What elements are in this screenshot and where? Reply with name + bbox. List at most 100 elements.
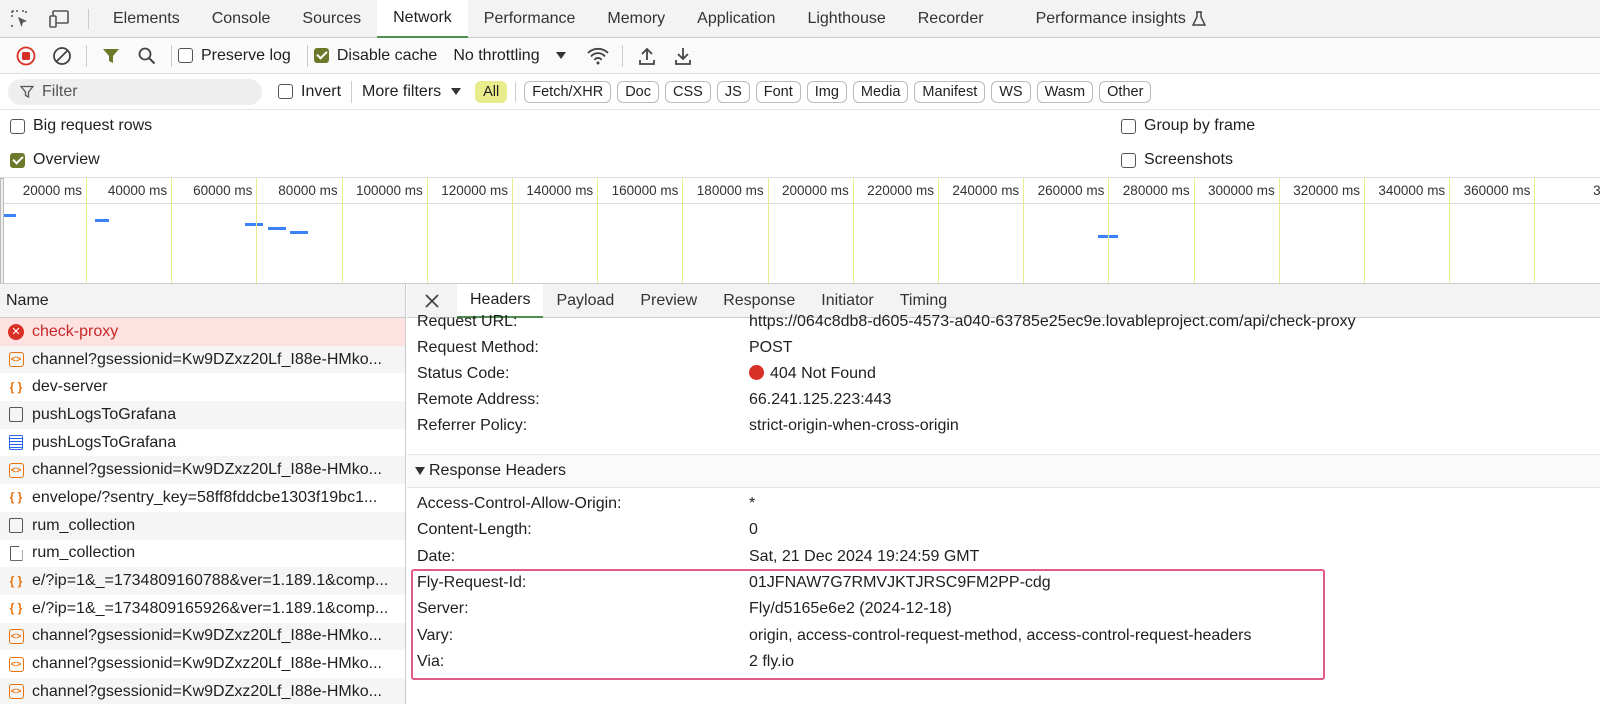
request-row[interactable]: <> channel?gsessionid=Kw9DZxz20Lf_I88e-HM…	[0, 622, 405, 651]
request-name: channel?gsessionid=Kw9DZxz20Lf_I88e-HMko…	[32, 461, 382, 479]
group-by-frame-checkbox[interactable]: Group by frame	[1121, 117, 1255, 135]
request-row[interactable]: rum_collection	[0, 511, 405, 540]
header-value: 66.241.125.223:443	[749, 391, 892, 408]
type-filter-media[interactable]: Media	[852, 80, 909, 103]
divider	[621, 44, 623, 67]
preserve-log-checkbox[interactable]: Preserve log	[178, 47, 291, 65]
type-filter-all[interactable]: All	[475, 80, 508, 103]
invert-checkbox[interactable]: Invert	[278, 83, 341, 101]
filter-placeholder: Filter	[42, 82, 78, 100]
request-row[interactable]: <> channel?gsessionid=Kw9DZxz20Lf_I88e-HM…	[0, 677, 405, 704]
request-bar	[4, 214, 16, 217]
timeline-gridline	[1364, 178, 1365, 283]
disable-cache-checkbox[interactable]: Disable cache	[313, 46, 438, 65]
clear-button[interactable]	[44, 38, 80, 74]
overview-checkbox[interactable]: Overview	[10, 151, 100, 169]
tab-sources[interactable]: Sources	[286, 0, 377, 38]
type-filter-fetch-xhr[interactable]: Fetch/XHR	[524, 80, 612, 103]
close-icon	[425, 293, 439, 308]
request-row[interactable]: <> channel?gsessionid=Kw9DZxz20Lf_I88e-HM…	[0, 650, 405, 678]
tab-network[interactable]: Network	[377, 0, 468, 38]
filter-toggle-button[interactable]	[93, 38, 129, 74]
tab-application[interactable]: Application	[681, 0, 791, 38]
script-icon-glyph: { }	[9, 490, 23, 505]
request-row[interactable]: rum_collection	[0, 540, 405, 568]
more-filters-dropdown[interactable]: More filters	[351, 80, 462, 103]
type-filter-css[interactable]: CSS	[664, 80, 711, 103]
request-row[interactable]: { } dev-server	[0, 373, 405, 401]
timeline-tick-label: 180000 ms	[696, 183, 764, 198]
script-icon-glyph: { }	[9, 573, 23, 588]
checkbox-box-checked[interactable]	[10, 152, 25, 168]
type-filter-font[interactable]: Font	[755, 80, 801, 103]
timeline-tick-label: 340000 ms	[1378, 183, 1446, 198]
header-key: Date:	[417, 548, 456, 565]
tab-payload[interactable]: Payload	[543, 284, 627, 318]
throttling-value: No throttling	[453, 46, 540, 64]
type-filter-wasm[interactable]: Wasm	[1036, 80, 1094, 103]
more-filters-label: More filters	[362, 82, 442, 100]
document-icon	[8, 407, 24, 423]
filter-input[interactable]: Filter	[8, 78, 262, 105]
checkbox-box[interactable]	[178, 48, 193, 63]
document-icon	[8, 518, 24, 534]
request-row[interactable]: { } e/?ip=1&_=1734809165926&ver=1.189.1&c…	[0, 595, 405, 623]
screenshots-checkbox[interactable]: Screenshots	[1121, 151, 1233, 169]
type-filter-ws[interactable]: WS	[991, 80, 1031, 103]
tab-performance[interactable]: Performance	[468, 0, 592, 38]
tab-performance-insights[interactable]: Performance insights	[1020, 0, 1222, 38]
type-filter-manifest[interactable]: Manifest	[914, 80, 986, 103]
request-name: channel?gsessionid=Kw9DZxz20Lf_I88e-HMko…	[32, 655, 382, 673]
type-filter-other[interactable]: Other	[1099, 80, 1152, 103]
tab-lighthouse[interactable]: Lighthouse	[791, 0, 901, 38]
big-request-rows-label: Big request rows	[33, 117, 153, 134]
tab-recorder[interactable]: Recorder	[902, 0, 1000, 38]
screenshots-label: Screenshots	[1144, 151, 1233, 168]
page-icon-glyph	[9, 545, 23, 561]
timeline-tick-label: 120000 ms	[441, 183, 508, 198]
type-filter-doc[interactable]: Doc	[617, 80, 659, 103]
search-icon	[138, 47, 156, 64]
checkbox-box[interactable]	[1121, 118, 1136, 134]
type-filter-img[interactable]: Img	[806, 80, 847, 103]
resource-type-filters: All Fetch/XHR Doc CSS JS Font Img Media …	[475, 80, 1152, 103]
import-har-button[interactable]	[629, 38, 665, 74]
name-column-header[interactable]: Name	[0, 284, 405, 318]
tab-preview[interactable]: Preview	[627, 284, 710, 318]
device-toolbar-icon[interactable]	[40, 0, 80, 38]
type-filter-js[interactable]: JS	[716, 80, 750, 103]
annotation-highlight-box	[411, 569, 1325, 680]
response-headers-section-toggle[interactable]: Response Headers	[407, 454, 1600, 488]
tab-elements[interactable]: Elements	[97, 0, 196, 38]
request-row[interactable]: pushLogsToGrafana	[0, 401, 405, 429]
throttling-select[interactable]: No throttling	[453, 46, 566, 65]
network-conditions-button[interactable]	[580, 38, 616, 74]
export-har-button[interactable]	[665, 38, 701, 74]
request-row[interactable]: <> channel?gsessionid=Kw9DZxz20Lf_I88e-HM…	[0, 345, 405, 374]
big-request-rows-checkbox[interactable]: Big request rows	[10, 117, 152, 135]
checkbox-box[interactable]	[278, 84, 293, 99]
stop-recording-button[interactable]	[8, 38, 44, 74]
request-name: pushLogsToGrafana	[32, 405, 177, 423]
disable-cache-label: Disable cache	[336, 46, 438, 64]
inspect-element-icon[interactable]	[0, 0, 40, 38]
request-row[interactable]: ✕ check-proxy	[0, 318, 405, 346]
request-row[interactable]: { } envelope/?sentry_key=58ff8fddcbe1303f…	[0, 484, 405, 512]
divider	[515, 81, 517, 102]
request-name: dev-server	[32, 378, 108, 396]
checkbox-box-checked[interactable]	[313, 48, 329, 63]
request-row[interactable]: pushLogsToGrafana	[0, 429, 405, 457]
tab-console[interactable]: Console	[196, 0, 287, 38]
checkbox-box[interactable]	[10, 118, 25, 134]
network-toolbar: Preserve log Disable cache No throttling	[0, 38, 1600, 74]
request-row[interactable]: <> channel?gsessionid=Kw9DZxz20Lf_I88e-HM…	[0, 456, 405, 485]
tab-memory[interactable]: Memory	[591, 0, 681, 38]
timeline-tick-label: 40000 ms	[107, 183, 168, 198]
header-key: Access-Control-Allow-Origin:	[417, 495, 622, 512]
checkbox-box[interactable]	[1121, 152, 1136, 168]
request-row[interactable]: { } e/?ip=1&_=1734809160788&ver=1.189.1&c…	[0, 567, 405, 595]
network-overview-timeline[interactable]: 20000 ms 40000 ms 60000 ms 80000 ms 100000 m…	[0, 178, 1600, 284]
request-rows: ✕ check-proxy <> channel?gsessionid=Kw9DZxz…	[0, 318, 405, 704]
search-button[interactable]	[129, 38, 165, 74]
timeline-gridline	[682, 178, 684, 283]
